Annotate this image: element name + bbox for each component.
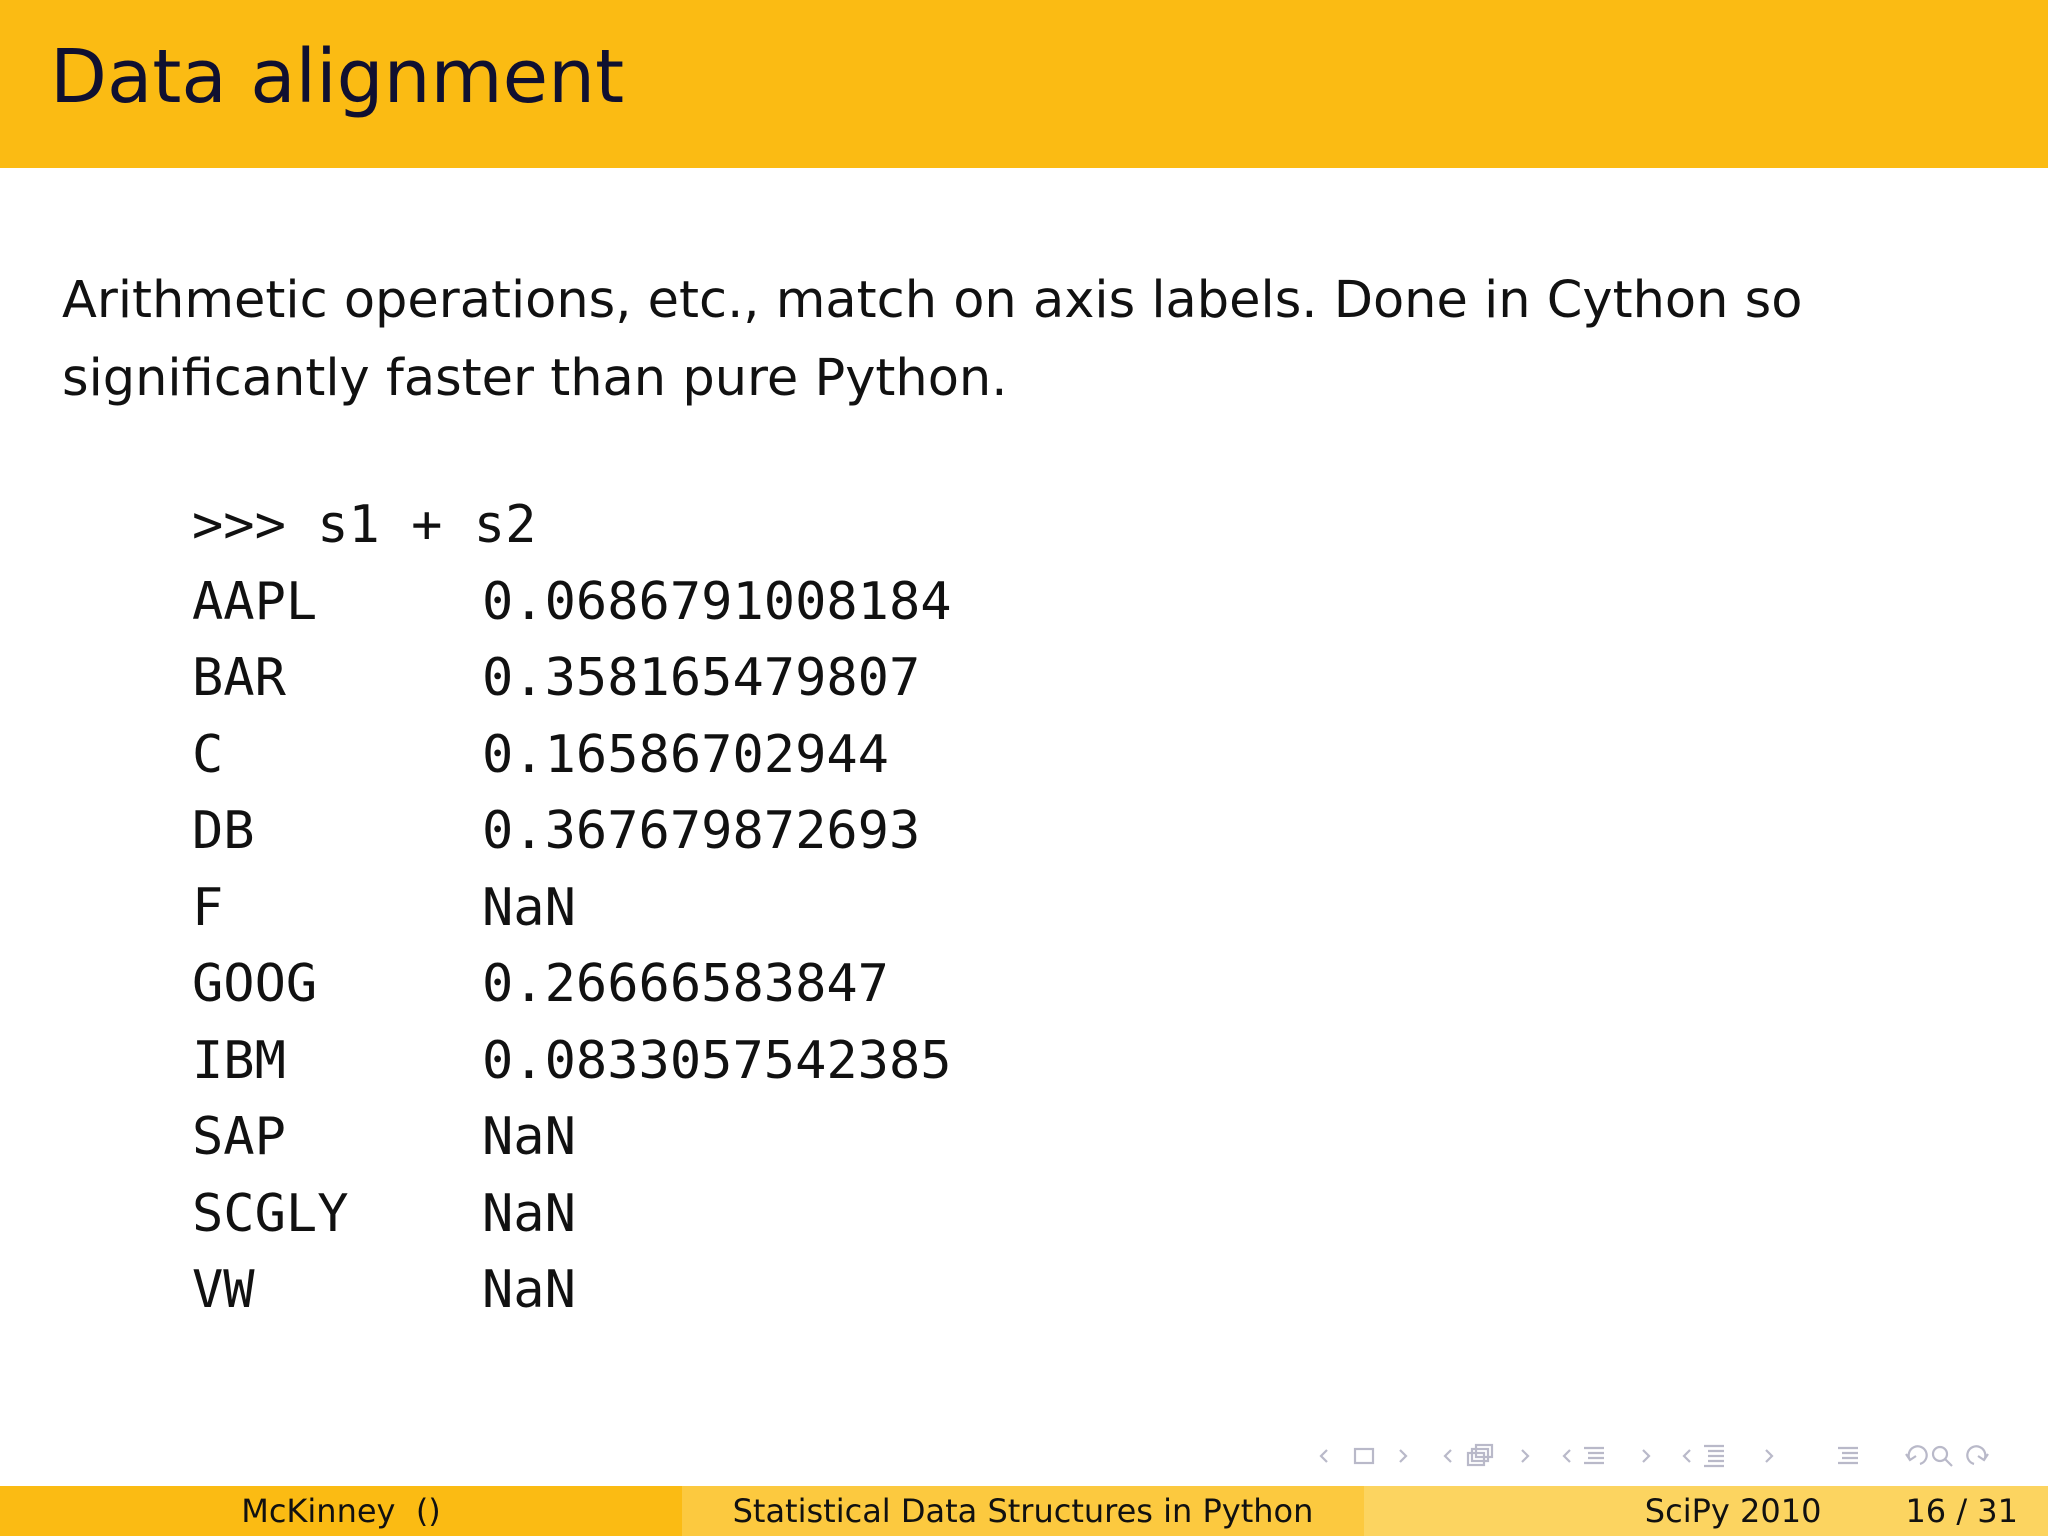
prev-subsection-icon[interactable] — [1562, 1449, 1571, 1463]
code-row: C 0.16586702944 — [192, 717, 952, 794]
footer-talk-title: Statistical Data Structures in Python — [732, 1492, 1314, 1530]
code-row: GOOG 0.26666583847 — [192, 946, 952, 1023]
code-row-key: GOOG — [192, 954, 318, 1014]
frame-icon[interactable] — [1353, 1447, 1375, 1465]
beamer-navigation — [1310, 1436, 2030, 1476]
code-row-key: SAP — [192, 1107, 286, 1167]
outline-icon[interactable] — [1838, 1446, 1858, 1465]
footer-conference: SciPy 2010 — [1644, 1492, 1822, 1530]
code-row: SCGLY NaN — [192, 1176, 952, 1253]
footer-page-number: 16 / 31 — [1905, 1492, 2018, 1530]
code-row-value: NaN — [482, 1183, 576, 1244]
code-command: >>> s1 + s2 — [192, 487, 952, 564]
forward-icon[interactable] — [1966, 1445, 1989, 1466]
code-row-value: NaN — [482, 1107, 576, 1167]
code-row: SAP NaN — [192, 1099, 952, 1176]
code-row-key: C — [192, 724, 224, 785]
code-row-value: 0.0833057542385 — [482, 1030, 952, 1091]
code-row-value: NaN — [482, 1260, 576, 1320]
code-command-text: >>> s1 + s2 — [192, 495, 537, 555]
footer-title-section: Statistical Data Structures in Python — [682, 1486, 1364, 1536]
paragraph-line-2: significantly faster than pure Python. — [62, 349, 1008, 408]
subsection-icon[interactable] — [1584, 1446, 1604, 1465]
next-subsection-icon[interactable] — [1642, 1449, 1651, 1463]
frames-icon[interactable] — [1466, 1443, 1494, 1467]
next-frame-icon[interactable] — [1521, 1449, 1530, 1463]
section-icon[interactable] — [1704, 1444, 1724, 1468]
slide-paragraph: Arithmetic operations, etc., match on ax… — [62, 262, 1962, 418]
code-row: DB 0.367679872693 — [192, 793, 952, 870]
paragraph-line-1: Arithmetic operations, etc., match on ax… — [62, 271, 1803, 330]
code-block: >>> s1 + s2 AAPL 0.0686791008184 BAR 0.358… — [192, 487, 952, 1329]
code-row-value: 0.367679872693 — [482, 801, 921, 861]
code-row: AAPL 0.0686791008184 — [192, 564, 952, 641]
prev-slide-icon[interactable] — [1319, 1449, 1328, 1463]
footer-bar: McKinney () Statistical Data Structures … — [0, 1486, 2048, 1536]
code-row: IBM 0.0833057542385 — [192, 1023, 952, 1100]
footer-author: McKinney () — [241, 1492, 441, 1530]
code-row-value: 0.0686791008184 — [482, 571, 952, 632]
code-row-key: VW — [192, 1260, 255, 1320]
code-row-key: F — [192, 877, 224, 938]
footer-info-section: SciPy 2010 16 / 31 — [1364, 1486, 2048, 1536]
code-row-value: 0.16586702944 — [482, 724, 889, 785]
code-row-value: NaN — [482, 877, 576, 938]
code-row-key: DB — [192, 801, 255, 861]
code-row: BAR 0.358165479807 — [192, 640, 952, 717]
code-row-value: 0.358165479807 — [482, 648, 921, 708]
code-row-key: IBM — [192, 1030, 286, 1091]
code-row-key: BAR — [192, 648, 286, 708]
back-icon[interactable] — [1905, 1445, 1928, 1466]
code-row-value: 0.26666583847 — [482, 954, 889, 1014]
next-section-icon[interactable] — [1765, 1449, 1774, 1463]
footer-author-section: McKinney () — [0, 1486, 682, 1536]
slide-title: Data alignment — [50, 34, 625, 120]
code-row: VW NaN — [192, 1252, 952, 1329]
code-row: F NaN — [192, 870, 952, 947]
title-bar: Data alignment — [0, 0, 2048, 168]
code-row-key: SCGLY — [192, 1183, 349, 1244]
search-icon[interactable] — [1931, 1445, 1953, 1467]
prev-frame-icon[interactable] — [1443, 1449, 1452, 1463]
next-slide-icon[interactable] — [1399, 1449, 1408, 1463]
prev-section-icon[interactable] — [1682, 1449, 1691, 1463]
code-row-key: AAPL — [192, 571, 318, 632]
